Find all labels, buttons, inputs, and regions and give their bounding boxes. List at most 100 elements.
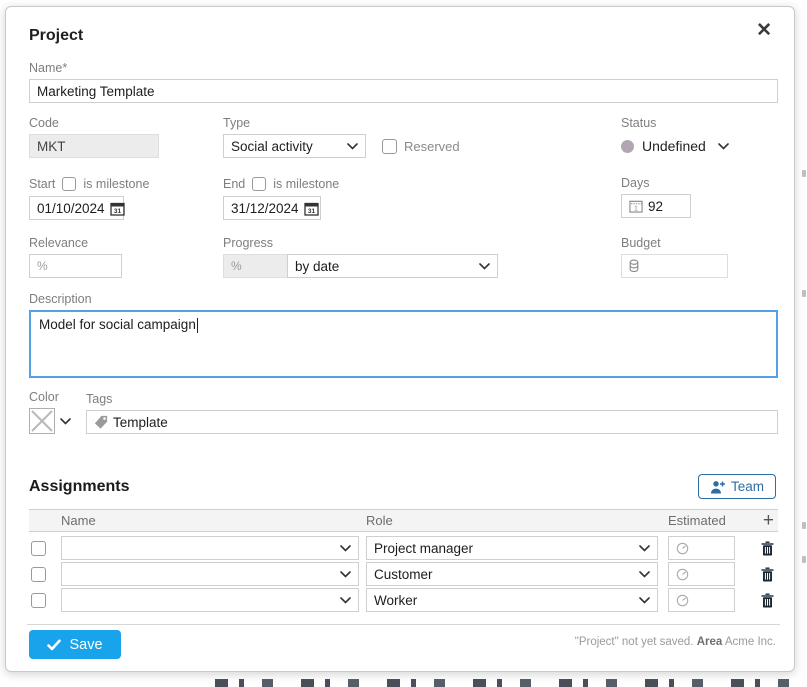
page-title: Project xyxy=(29,27,776,45)
save-button-label: Save xyxy=(69,637,102,653)
chevron-down-icon xyxy=(639,545,650,552)
progress-input: % xyxy=(223,254,288,278)
save-button[interactable]: Save xyxy=(29,630,121,659)
checkmark-icon xyxy=(47,639,61,651)
budget-input[interactable] xyxy=(621,254,728,278)
days-input[interactable]: 1 92 xyxy=(621,194,691,218)
code-input: MKT xyxy=(29,134,159,158)
chevron-down-icon xyxy=(340,545,351,552)
role-value: Customer xyxy=(374,567,433,582)
delete-row-icon[interactable] xyxy=(761,567,774,582)
background-artifact xyxy=(215,679,807,687)
description-textarea[interactable]: Model for social campaign xyxy=(29,310,778,378)
end-milestone-label: is milestone xyxy=(273,177,339,191)
status-value: Undefined xyxy=(642,138,706,154)
relevance-input[interactable]: % xyxy=(29,254,122,278)
background-artifact xyxy=(802,522,806,529)
progress-mode-value: by date xyxy=(295,259,339,274)
calendar-day-text: 31 xyxy=(113,208,121,215)
chevron-down-icon xyxy=(479,263,490,270)
estimated-input[interactable] xyxy=(668,536,735,560)
role-value: Worker xyxy=(374,593,417,608)
end-label: End xyxy=(223,177,245,191)
days-label: Days xyxy=(621,176,776,190)
row-checkbox[interactable] xyxy=(31,567,46,582)
column-header-role: Role xyxy=(366,513,658,528)
end-date-input[interactable]: 31/12/2024 31 xyxy=(223,196,321,220)
tags-label: Tags xyxy=(86,392,778,406)
role-value: Project manager xyxy=(374,541,473,556)
unsaved-text: "Project" not yet saved. xyxy=(575,636,694,648)
row-checkbox[interactable] xyxy=(31,593,46,608)
budget-label: Budget xyxy=(621,236,776,250)
reserved-label: Reserved xyxy=(404,139,460,154)
table-row: Worker xyxy=(29,588,778,612)
chevron-down-icon xyxy=(347,143,358,150)
team-button-label: Team xyxy=(731,479,764,494)
percent-icon: % xyxy=(37,259,48,273)
background-artifact xyxy=(802,290,806,297)
reserved-checkbox[interactable] xyxy=(382,139,397,154)
name-input[interactable]: Marketing Template xyxy=(29,79,778,103)
tag-chip[interactable]: Template xyxy=(113,415,168,430)
relevance-label: Relevance xyxy=(29,236,223,250)
estimated-input[interactable] xyxy=(668,562,735,586)
company-name: Acme Inc. xyxy=(725,636,776,648)
status-note: "Project" not yet saved. Area Acme Inc. xyxy=(575,636,776,648)
clock-icon xyxy=(676,568,689,581)
tag-icon xyxy=(94,415,108,429)
delete-row-icon[interactable] xyxy=(761,593,774,608)
name-label: Name* xyxy=(29,61,776,75)
chevron-down-icon xyxy=(639,597,650,604)
code-label: Code xyxy=(29,116,223,130)
color-swatch-none[interactable] xyxy=(29,408,55,434)
progress-mode-select[interactable]: by date xyxy=(287,254,498,278)
calendar-icon[interactable]: 31 xyxy=(304,201,319,216)
chevron-down-icon xyxy=(340,571,351,578)
assignee-select[interactable] xyxy=(61,588,359,612)
chevron-down-icon xyxy=(340,597,351,604)
background-artifact xyxy=(802,556,806,563)
close-icon[interactable]: ✕ xyxy=(756,21,772,40)
role-select[interactable]: Customer xyxy=(366,562,658,586)
estimated-input[interactable] xyxy=(668,588,735,612)
type-select[interactable]: Social activity xyxy=(223,134,366,158)
start-label: Start xyxy=(29,177,55,191)
end-milestone-checkbox[interactable] xyxy=(252,177,266,191)
percent-icon: % xyxy=(231,259,242,273)
start-milestone-checkbox[interactable] xyxy=(62,177,76,191)
role-select[interactable]: Project manager xyxy=(366,536,658,560)
calendar-icon[interactable]: 31 xyxy=(110,201,125,216)
chevron-down-icon xyxy=(639,571,650,578)
color-label: Color xyxy=(29,390,86,404)
add-row-icon[interactable]: + xyxy=(763,511,774,530)
add-person-icon xyxy=(710,480,726,494)
assignee-select[interactable] xyxy=(61,536,359,560)
column-header-estimated: Estimated xyxy=(668,513,735,528)
chevron-down-icon[interactable] xyxy=(60,418,71,425)
progress-label: Progress xyxy=(223,236,621,250)
background-artifact xyxy=(802,170,806,177)
type-value: Social activity xyxy=(231,139,313,154)
assignments-table-header: Name Role Estimated + xyxy=(29,509,778,532)
start-date-value: 01/10/2024 xyxy=(37,201,105,216)
status-select[interactable]: Undefined xyxy=(621,134,776,158)
type-label: Type xyxy=(223,116,366,130)
assignments-table: Name Role Estimated + Project manager xyxy=(29,509,778,612)
assignee-select[interactable] xyxy=(61,562,359,586)
name-value: Marketing Template xyxy=(37,84,155,99)
start-date-input[interactable]: 01/10/2024 31 xyxy=(29,196,124,220)
team-button[interactable]: Team xyxy=(698,474,776,499)
calendar-day-text: 1 xyxy=(634,205,638,212)
delete-row-icon[interactable] xyxy=(761,541,774,556)
role-select[interactable]: Worker xyxy=(366,588,658,612)
column-header-name: Name xyxy=(61,513,359,528)
tags-input[interactable]: Template xyxy=(86,410,778,434)
description-value: Model for social campaign xyxy=(39,317,196,332)
description-label: Description xyxy=(29,292,776,306)
row-checkbox[interactable] xyxy=(31,541,46,556)
calendar-single-day-icon: 1 xyxy=(629,199,643,213)
project-dialog: Project ✕ Name* Marketing Template Code … xyxy=(5,6,795,672)
table-row: Project manager xyxy=(29,536,778,560)
status-dot-icon xyxy=(621,140,634,153)
